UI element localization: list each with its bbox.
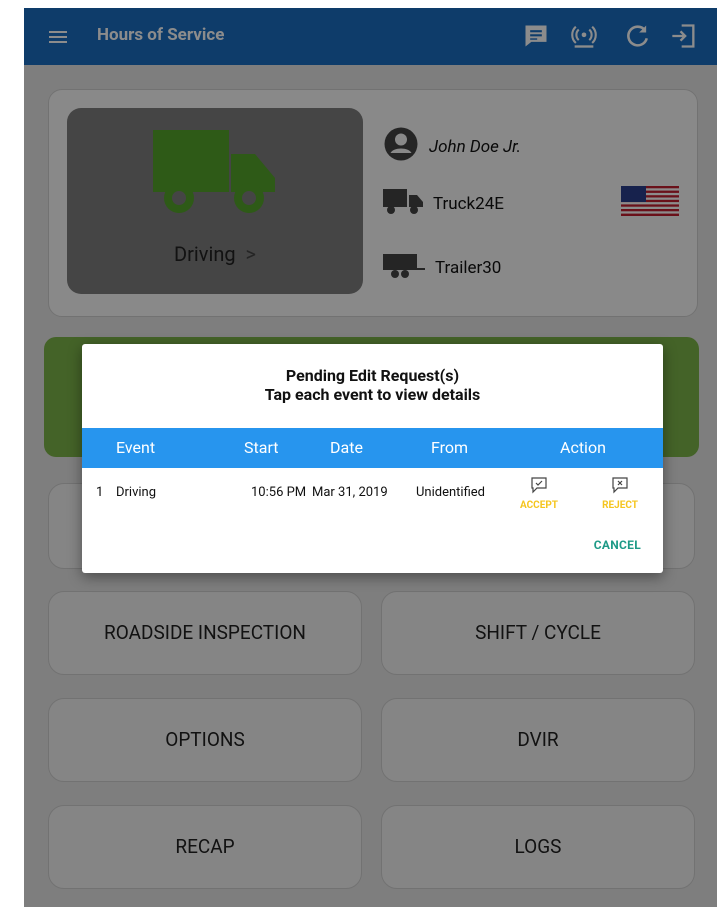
table-row[interactable]: 1 Driving 10:56 PM Mar 31, 2019 Unidenti… (82, 468, 663, 514)
pending-edit-dialog: Pending Edit Request(s) Tap each event t… (82, 344, 663, 573)
header-date: Date (330, 438, 363, 457)
row-start: 10:56 PM (251, 485, 307, 500)
row-index: 1 (96, 485, 104, 500)
reject-button[interactable]: REJECT (600, 476, 640, 511)
accept-button[interactable]: ACCEPT (519, 476, 559, 511)
dialog-title-line1: Pending Edit Request(s) (285, 366, 460, 385)
reject-label: REJECT (602, 500, 638, 511)
row-event: Driving (116, 485, 157, 500)
row-from: Unidentified (416, 485, 486, 500)
row-date: Mar 31, 2019 (312, 485, 388, 500)
accept-icon (531, 477, 547, 494)
reject-icon (612, 477, 628, 494)
header-event: Event (116, 438, 156, 457)
header-start: Start (244, 438, 279, 457)
header-from: From (431, 438, 469, 457)
header-action: Action (560, 438, 606, 457)
table-header: Event Start Date From Action (82, 428, 663, 468)
cancel-button[interactable]: CANCEL (594, 538, 641, 552)
dialog-title: Pending Edit Request(s) Tap each event t… (82, 366, 663, 404)
dialog-title-line2: Tap each event to view details (264, 385, 481, 404)
app-screen: Hours of Service Driving > John Doe Jr. … (24, 8, 717, 907)
accept-label: ACCEPT (520, 500, 558, 511)
